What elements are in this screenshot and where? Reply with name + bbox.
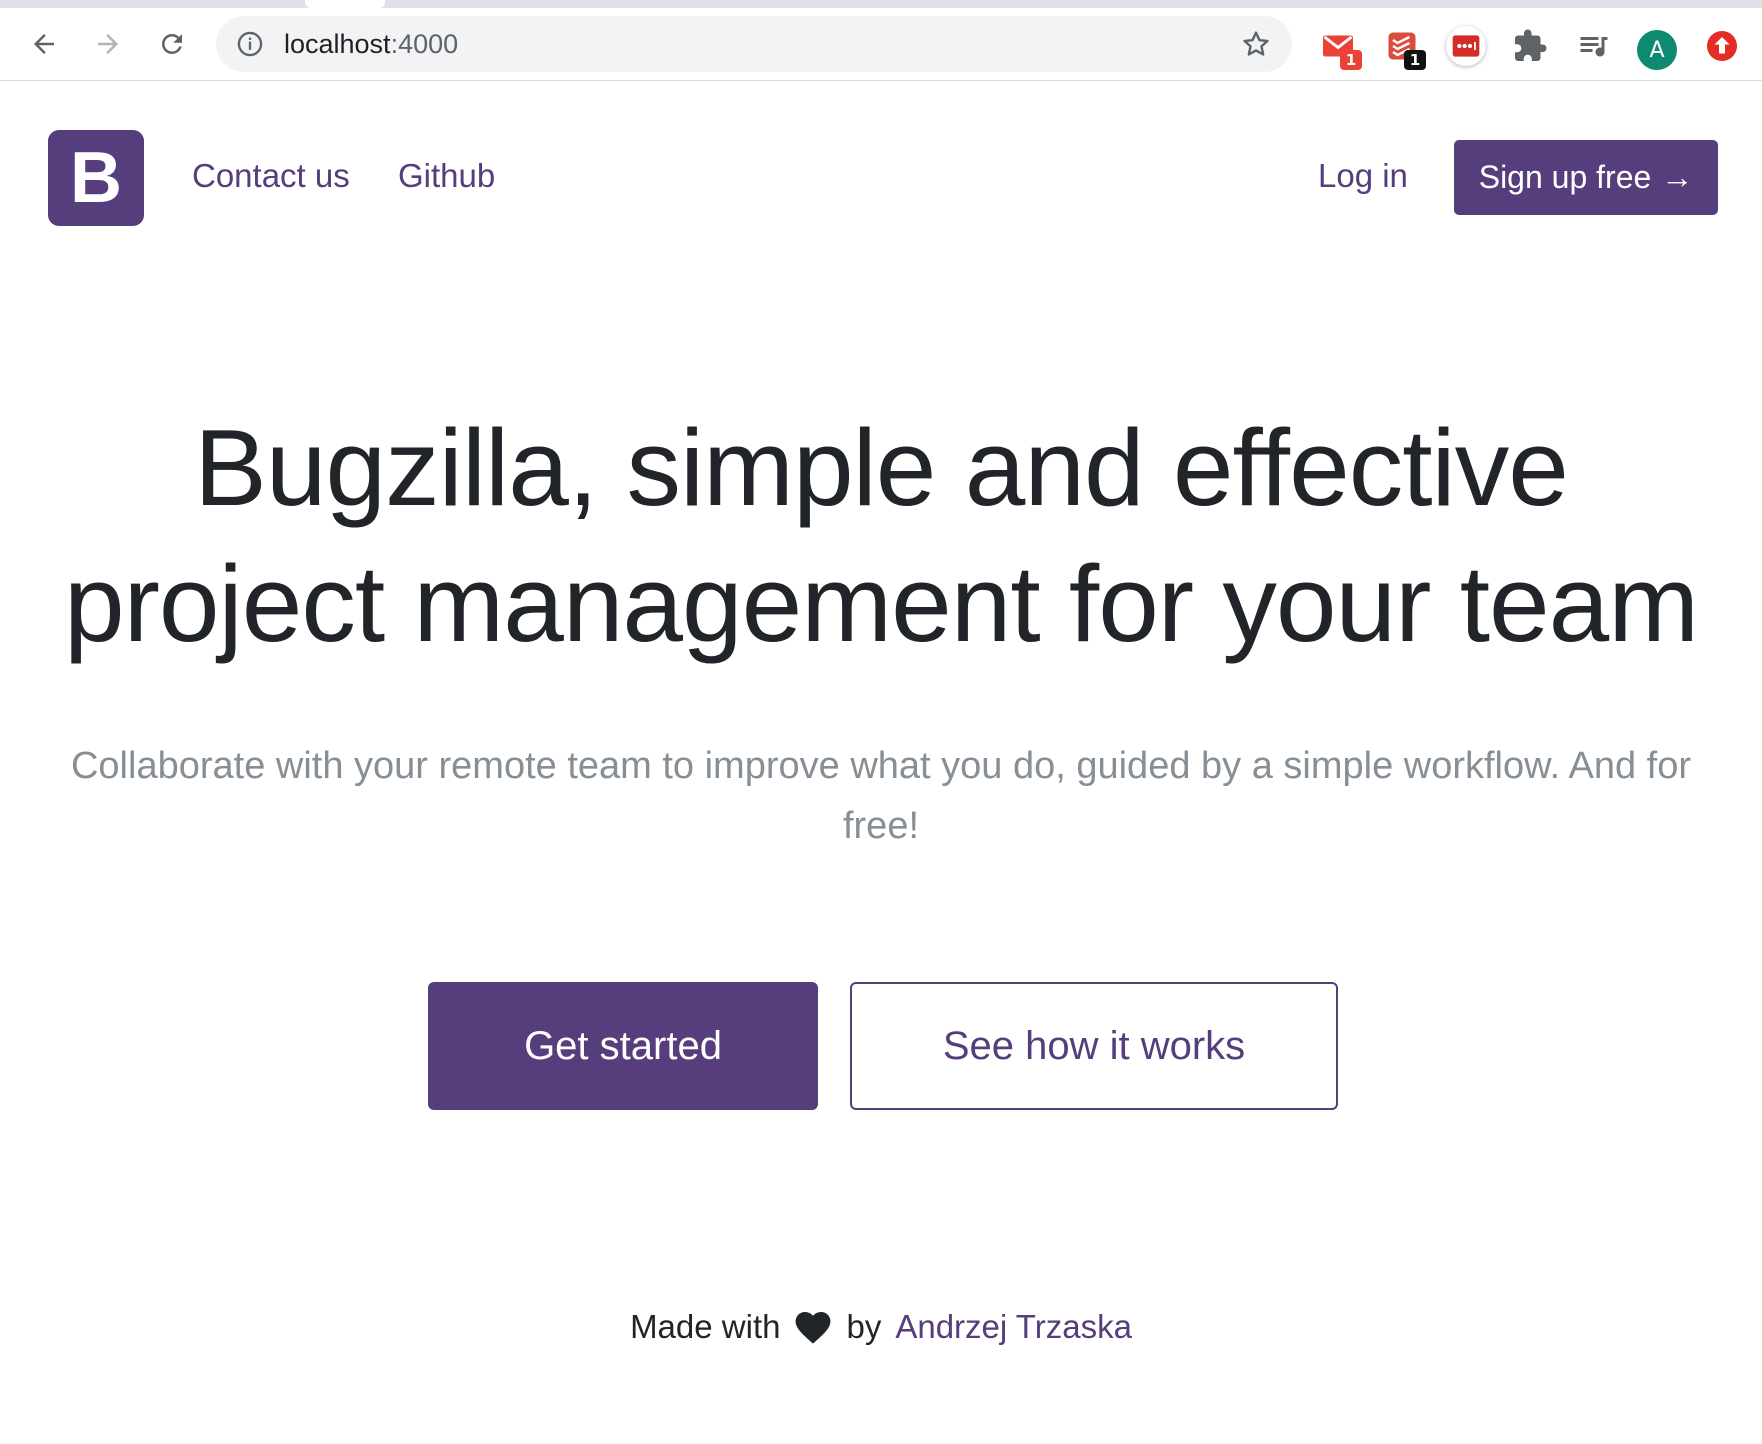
brand-logo[interactable]: B (48, 130, 144, 226)
active-tab[interactable] (305, 0, 385, 8)
login-link[interactable]: Log in (1318, 156, 1408, 196)
hero-title-line-2: project management for your team (63, 543, 1699, 665)
reload-icon (162, 34, 182, 54)
update-button[interactable] (1702, 26, 1742, 66)
profile-avatar[interactable]: A (1637, 30, 1677, 70)
address-bar[interactable]: localhost:4000 (216, 16, 1292, 72)
sign-up-button[interactable]: Sign up free → (1454, 140, 1718, 215)
playlist-icon (1580, 37, 1608, 57)
bookmark-star-icon[interactable] (1240, 28, 1272, 60)
arrow-right-icon (98, 34, 118, 54)
footer: Made with by Andrzej Trzaska (0, 1305, 1762, 1349)
todoist-badge: 1 (1404, 50, 1426, 70)
sign-up-label: Sign up free (1478, 159, 1652, 195)
gmail-extension-button[interactable]: 1 (1318, 26, 1362, 70)
by-text: by (846, 1308, 882, 1345)
url-host: localhost (284, 29, 391, 59)
forward-button[interactable] (86, 22, 130, 66)
site-navbar: B Contact us Github Log in Sign up free … (0, 82, 1762, 274)
see-how-it-works-button[interactable]: See how it works (850, 982, 1338, 1110)
arrow-right-icon: → (1661, 159, 1694, 195)
url-port: :4000 (390, 29, 459, 59)
puzzle-icon (1515, 29, 1547, 61)
reload-button[interactable] (150, 22, 194, 66)
hero-title-line-1: Bugzilla, simple and effective (194, 407, 1569, 529)
nav-link-contact-us[interactable]: Contact us (192, 156, 350, 196)
arrow-left-icon (34, 34, 54, 54)
hero-subtitle: Collaborate with your remote team to imp… (70, 745, 1692, 847)
lastpass-icon (1452, 35, 1480, 57)
author-link[interactable]: Andrzej Trzaska (895, 1305, 1132, 1349)
info-icon[interactable] (236, 30, 264, 58)
todoist-extension-button[interactable]: 1 (1382, 26, 1426, 70)
heart-icon (796, 1311, 831, 1344)
made-with-text: Made with (630, 1308, 781, 1345)
gmail-badge: 1 (1340, 50, 1362, 70)
lastpass-extension-button[interactable] (1446, 26, 1486, 66)
hero-title: Bugzilla, simple and effective project m… (0, 400, 1762, 672)
extensions-button[interactable] (1510, 26, 1550, 66)
get-started-button[interactable]: Get started (428, 982, 818, 1110)
url-text[interactable]: localhost:4000 (284, 30, 458, 58)
tab-strip (0, 0, 1762, 8)
back-button[interactable] (22, 22, 66, 66)
nav-link-github[interactable]: Github (398, 156, 495, 196)
media-queue-button[interactable] (1574, 26, 1614, 66)
update-arrow-icon (1707, 31, 1737, 61)
browser-toolbar: localhost:4000 1 1 A (0, 8, 1762, 81)
